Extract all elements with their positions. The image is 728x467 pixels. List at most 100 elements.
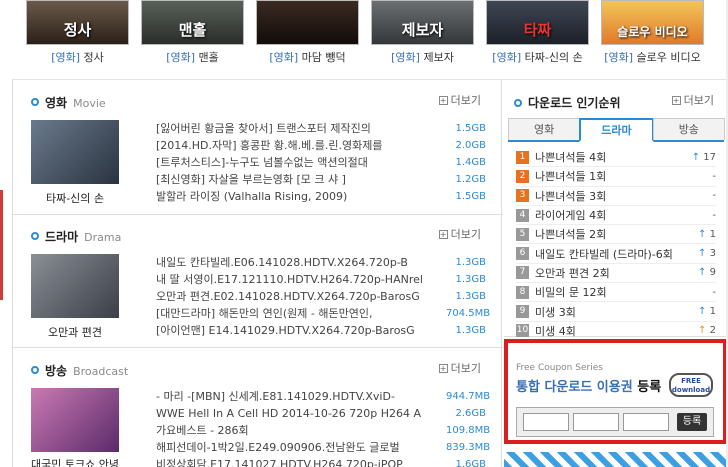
poster-image[interactable] — [256, 0, 359, 45]
rank-change: 17 — [703, 151, 716, 163]
rank-change: - — [712, 286, 716, 298]
rank-number: 4 — [516, 208, 529, 222]
item-title[interactable]: 비정상회담.E17.141027.HDTV.H264.720p-iPOP — [156, 456, 446, 467]
list-item[interactable]: [트루처스티스]-누구도 넘볼수없는 액션의절대 1.4GB — [156, 154, 486, 171]
list-item[interactable]: [최신영화] 자살을 부르는영화 [모 크 샤 ] 1.2GB — [156, 171, 486, 188]
coupon-code-field-1[interactable] — [523, 413, 569, 431]
poster-title[interactable]: 슬로우 비디오 — [637, 51, 701, 64]
poster-item[interactable]: 슬로우 비디오 [영화] 슬로우 비디오 — [601, 0, 704, 65]
ranking-title: 다운로드 인기순위 — [528, 96, 621, 110]
list-item[interactable]: [2014.HD.자막] 홍콩판 황.해.베.를.린.영화제를 2.0GB — [156, 137, 486, 154]
ranking-row[interactable]: 1 나쁜녀석들 4회 ↑ 17 — [516, 148, 716, 168]
rank-title[interactable]: 나쁜녀석들 3회 — [535, 188, 680, 204]
ranking-row[interactable]: 9 미생 3회 ↑ 1 — [516, 302, 716, 322]
ranking-row[interactable]: 4 라이어게임 4회 - — [516, 206, 716, 226]
rank-title[interactable]: 미생 3회 — [535, 304, 680, 320]
more-link[interactable]: + 더보기 — [438, 360, 481, 376]
item-title[interactable]: 발할라 라이징 (Valhalla Rising, 2009) — [156, 188, 446, 205]
rank-title[interactable]: 미생 4회 — [535, 323, 680, 339]
tab-drama[interactable]: 드라마 — [579, 118, 654, 142]
list-item[interactable]: 내 딸 서영이.E17.121110.HDTV.H264.720p-HANrel… — [156, 271, 486, 288]
item-title[interactable]: - 마리 -[MBN] 신세계.E81.141029.HDTV.XviD- — [156, 388, 446, 405]
ranking-row[interactable]: 8 비밀의 문 12회 - — [516, 283, 716, 303]
arrow-up-icon: ↑ — [698, 306, 707, 318]
item-size: 1.3GB — [455, 325, 486, 336]
list-item[interactable]: 오만과 편견.E02.141028.HDTV.X264.720p-BarosG 1… — [156, 288, 486, 305]
thumbnail-caption[interactable]: 타짜-신의 손 — [31, 190, 119, 206]
item-size: 1.6GB — [455, 459, 486, 467]
poster-title[interactable]: 정사 — [84, 51, 104, 64]
thumbnail-caption[interactable]: 오만과 편견 — [31, 324, 119, 340]
rank-title[interactable]: 나쁜녀석들 2회 — [535, 226, 680, 242]
list-item[interactable]: 비정상회담.E17.141027.HDTV.H264.720p-iPOP 1.6G… — [156, 456, 486, 467]
poster-image[interactable]: 정사 — [26, 0, 129, 45]
ranking-row[interactable]: 6 내일도 칸타빌레 (드라마)-6회 ↑ 3 — [516, 244, 716, 264]
poster-item[interactable]: 타짜 [영화] 타짜-신의 손 — [486, 0, 589, 65]
ranking-tabs: 영화 드라마 방송 — [508, 118, 725, 142]
section-thumbnail[interactable] — [31, 254, 119, 318]
list-item[interactable]: [대만드라마] 해돈만의 연인(원제 - 해돈만연인, 704.5MB — [156, 305, 490, 322]
thumbnail-caption[interactable]: 대국민 토크쇼 안녕하 — [31, 456, 119, 467]
bullet-icon — [31, 98, 39, 106]
rank-title[interactable]: 내일도 칸타빌레 (드라마)-6회 — [535, 246, 680, 262]
poster-title[interactable]: 맨홀 — [199, 51, 219, 64]
item-title[interactable]: [잃어버린 황금을 찾아서] 트랜스포터 제작진의 — [156, 120, 446, 137]
list-item[interactable]: 발할라 라이징 (Valhalla Rising, 2009) 1.5GB — [156, 188, 486, 205]
rank-number: 5 — [516, 227, 529, 241]
tab-movie[interactable]: 영화 — [508, 118, 581, 140]
item-title[interactable]: 오만과 편견.E02.141028.HDTV.X264.720p-BarosG — [156, 288, 446, 305]
poster-item[interactable]: 정사 [영화] 정사 — [26, 0, 129, 65]
list-item[interactable]: [잃어버린 황금을 찾아서] 트랜스포터 제작진의 1.5GB — [156, 120, 486, 137]
item-title[interactable]: [트루처스티스]-누구도 넘볼수없는 액션의절대 — [156, 154, 446, 171]
arrow-up-icon: ↑ — [698, 325, 707, 337]
item-title[interactable]: [대만드라마] 해돈만의 연인(원제 - 해돈만연인, — [156, 305, 446, 322]
list-item[interactable]: 가요베스트 - 286회 109.8MB — [156, 422, 490, 439]
coupon-register-button[interactable]: 등록 — [677, 413, 707, 431]
item-title[interactable]: 해피선데이-1박2일.E249.090906.전남완도 글로벌 — [156, 439, 446, 456]
ranking-row[interactable]: 2 나쁜녀석들 1회 - — [516, 167, 716, 187]
list-item[interactable]: WWE Hell In A Cell HD 2014-10-26 720p H2… — [156, 405, 486, 422]
item-title[interactable]: [2014.HD.자막] 홍콩판 황.해.베.를.린.영화제를 — [156, 137, 446, 154]
item-title[interactable]: WWE Hell In A Cell HD 2014-10-26 720p H2… — [156, 405, 446, 422]
more-link[interactable]: + 더보기 — [671, 92, 714, 108]
list-item[interactable]: - 마리 -[MBN] 신세계.E81.141029.HDTV.XviD- 944… — [156, 388, 490, 405]
item-title[interactable]: [아이언맨] E14.141029.HDTV.X264.720p-BarosG — [156, 322, 446, 339]
rank-title[interactable]: 나쁜녀석들 1회 — [535, 168, 680, 184]
poster-image[interactable]: 타짜 — [486, 0, 589, 45]
more-link[interactable]: + 더보기 — [438, 92, 481, 108]
poster-title[interactable]: 제보자 — [423, 51, 453, 64]
ranking-row[interactable]: 5 나쁜녀석들 2회 ↑ 1 — [516, 225, 716, 245]
section-thumbnail[interactable] — [31, 120, 119, 184]
section-thumbnail[interactable] — [31, 388, 119, 452]
ranking-row[interactable]: 3 나쁜녀석들 3회 - — [516, 187, 716, 206]
item-title[interactable]: [최신영화] 자살을 부르는영화 [모 크 샤 ] — [156, 171, 446, 188]
item-title[interactable]: 가요베스트 - 286회 — [156, 422, 446, 439]
poster-title[interactable]: 마담 뺑덕 — [302, 51, 346, 64]
tab-broadcast[interactable]: 방송 — [652, 118, 725, 140]
more-link[interactable]: + 더보기 — [438, 226, 481, 242]
rank-title[interactable]: 라이어게임 4회 — [535, 207, 680, 223]
poster-item[interactable]: [영화] 마담 뺑덕 — [256, 0, 359, 65]
poster-item[interactable]: 맨홀 [영화] 맨홀 — [141, 0, 244, 65]
list-item[interactable]: [아이언맨] E14.141029.HDTV.X264.720p-BarosG 1… — [156, 322, 486, 339]
poster-art-text: 슬로우 비디오 — [617, 25, 688, 39]
coupon-code-field-3[interactable] — [623, 413, 669, 431]
coupon-box: Free Coupon Series 통합 다운로드 이용권 등록 FREE do… — [504, 339, 727, 444]
rank-title[interactable]: 오만과 편견 2회 — [535, 265, 680, 281]
list-item[interactable]: 내일도 칸타빌레.E06.141028.HDTV.X264.720p-B 1.3G… — [156, 254, 486, 271]
poster-image[interactable]: 슬로우 비디오 — [601, 0, 704, 45]
poster-title[interactable]: 타짜-신의 손 — [525, 51, 583, 64]
poster-image[interactable]: 제보자 — [371, 0, 474, 45]
rank-title[interactable]: 비밀의 문 12회 — [535, 284, 680, 300]
item-title[interactable]: 내일도 칸타빌레.E06.141028.HDTV.X264.720p-B — [156, 254, 446, 271]
rank-number: 3 — [516, 189, 529, 203]
item-title[interactable]: 내 딸 서영이.E17.121110.HDTV.H264.720p-HANrel — [156, 271, 446, 288]
bottom-banner[interactable] — [504, 452, 728, 467]
ranking-row[interactable]: 7 오만과 편견 2회 ↑ 9 — [516, 264, 716, 284]
bullet-icon — [31, 366, 39, 374]
coupon-code-field-2[interactable] — [573, 413, 619, 431]
rank-title[interactable]: 나쁜녀석들 4회 — [535, 149, 680, 165]
poster-image[interactable]: 맨홀 — [141, 0, 244, 45]
list-item[interactable]: 해피선데이-1박2일.E249.090906.전남완도 글로벌 839.3MB — [156, 439, 490, 456]
poster-item[interactable]: 제보자 [영화] 제보자 — [371, 0, 474, 65]
